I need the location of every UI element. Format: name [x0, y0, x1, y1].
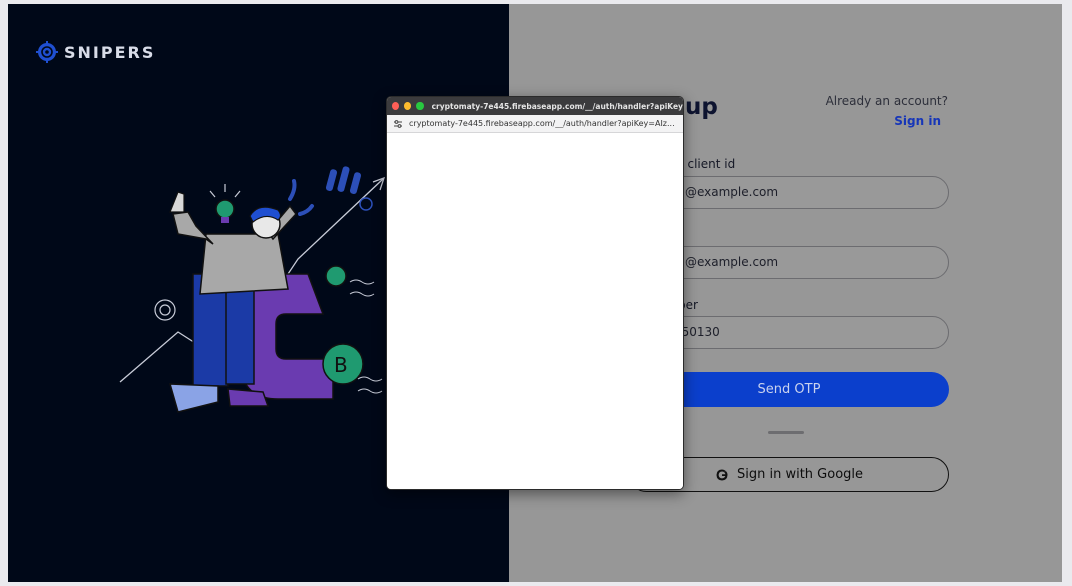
divider	[768, 431, 804, 434]
google-button-label: Sign in with Google	[736, 467, 864, 482]
already-account-text: Already an account?	[825, 94, 948, 108]
popup-window-title: cryptomaty-7e445.firebaseapp.com/__/auth…	[431, 101, 683, 111]
google-g-icon	[716, 469, 728, 480]
target-logo-icon	[36, 41, 58, 63]
auth-popup-window[interactable]: cryptomaty-7e445.firebaseapp.com/__/auth…	[386, 96, 684, 490]
site-settings-icon[interactable]	[393, 119, 403, 129]
popup-content-blank	[387, 133, 683, 489]
svg-text:B: B	[334, 353, 348, 377]
popup-url-bar[interactable]: cryptomaty-7e445.firebaseapp.com/__/auth…	[387, 115, 683, 133]
popup-titlebar[interactable]: cryptomaty-7e445.firebaseapp.com/__/auth…	[387, 97, 683, 115]
minimize-dot[interactable]	[404, 102, 412, 110]
sign-in-link[interactable]: Sign in	[894, 114, 941, 128]
zoom-dot[interactable]	[416, 102, 424, 110]
popup-url-text: cryptomaty-7e445.firebaseapp.com/__/auth…	[409, 119, 675, 128]
brand-logo[interactable]: SNIPERS	[36, 41, 155, 63]
close-dot[interactable]	[392, 102, 400, 110]
crypto-illustration: B	[119, 166, 386, 413]
brand-name: SNIPERS	[64, 42, 156, 62]
page-title: up	[685, 94, 718, 120]
